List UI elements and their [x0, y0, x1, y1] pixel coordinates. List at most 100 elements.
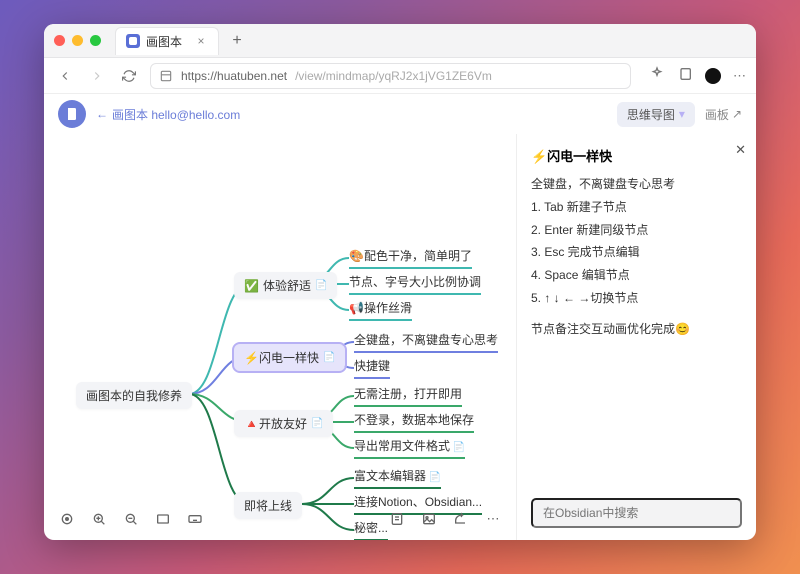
image-icon	[421, 511, 437, 527]
address-bar[interactable]: https://huatuben.net/view/mindmap/yqRJ2x…	[150, 63, 631, 89]
note-icon: 📄	[323, 352, 335, 363]
leaf-label: 📢操作丝滑	[349, 301, 412, 315]
mindmap-root-node[interactable]: 画图本的自我修养	[76, 382, 192, 409]
sparkle-icon	[649, 66, 665, 82]
panel-line: 5. ↑ ↓ ← →切换节点	[531, 287, 742, 310]
share-button[interactable]	[450, 508, 472, 530]
node-label: 画图本的自我修养	[86, 387, 182, 404]
canvas-toolbar-right: ⋯	[386, 508, 504, 530]
panel-line: 2. Enter 新建同级节点	[531, 219, 742, 242]
outline-button[interactable]	[386, 508, 408, 530]
maximize-window-button[interactable]	[90, 35, 101, 46]
mindmap-branch-node[interactable]: 即将上线	[234, 492, 302, 519]
zoom-out-button[interactable]	[120, 508, 142, 530]
new-tab-button[interactable]: +	[227, 31, 247, 51]
more-button[interactable]: ⋯	[482, 508, 504, 530]
mindmap-leaf-node[interactable]: 无需注册，打开即用	[354, 385, 462, 407]
app-body: ← 画图本 hello@hello.com 思维导图 ▾ 画板 ↗	[44, 94, 756, 540]
toolbar-right: ⋯	[649, 66, 746, 85]
book-icon	[64, 106, 80, 122]
image-button[interactable]	[418, 508, 440, 530]
mindmap-leaf-node[interactable]: 导出常用文件格式 📄	[354, 437, 465, 459]
mindmap-leaf-node[interactable]: 富文本编辑器 📄	[354, 467, 441, 489]
breadcrumb-back[interactable]: ← 画图本 hello@hello.com	[96, 106, 240, 123]
leaf-label: 全键盘，不离键盘专心思考	[354, 333, 498, 347]
keyboard-button[interactable]	[184, 508, 206, 530]
site-info-icon	[159, 69, 173, 83]
crosshair-icon	[59, 511, 75, 527]
panel-title: ⚡闪电一样快	[531, 146, 742, 165]
panel-subtitle: 全键盘，不离键盘专心思考	[531, 173, 742, 196]
traffic-lights	[54, 35, 101, 46]
more-icon: ⋯	[487, 511, 500, 527]
panel-line: 1. Tab 新建子节点	[531, 196, 742, 219]
mindmap-branch-node[interactable]: 🔺开放友好📄	[234, 410, 333, 437]
browser-window: 画图本 × + https://huatuben.net/view/mindma…	[44, 24, 756, 540]
note-icon: 📄	[311, 418, 323, 429]
mindmap-leaf-node[interactable]: 全键盘，不离键盘专心思考	[354, 331, 498, 353]
fit-button[interactable]	[152, 508, 174, 530]
mindmap-leaf-node[interactable]: 不登录，数据本地保存	[354, 411, 474, 433]
app-logo[interactable]	[58, 100, 86, 128]
mindmap-leaf-node[interactable]: 秘密...	[354, 519, 388, 540]
mindmap-canvas[interactable]: 画图本的自我修养 ✅ 体验舒适 📄 🎨配色干净，简单明了 节点、字号大小比例协调 📢…	[44, 134, 516, 540]
note-icon: 📄	[426, 472, 441, 483]
leaf-label: 无需注册，打开即用	[354, 387, 462, 401]
chevron-right-icon	[90, 69, 104, 83]
chevron-left-icon	[58, 69, 72, 83]
view-mode-mindmap[interactable]: 思维导图 ▾	[617, 102, 695, 127]
mindmap-leaf-node[interactable]: 📢操作丝滑	[349, 299, 412, 321]
obsidian-search-input[interactable]	[531, 498, 742, 528]
back-button[interactable]	[54, 65, 76, 87]
keyboard-icon	[186, 511, 204, 527]
doc-icon: ▾	[679, 107, 685, 121]
mindmap-branch-node[interactable]: ✅ 体验舒适 📄	[234, 272, 337, 299]
zoom-out-icon	[123, 511, 139, 527]
refresh-button[interactable]	[118, 65, 140, 87]
leaf-label: 导出常用文件格式	[354, 439, 450, 453]
favorite-button[interactable]	[649, 66, 665, 85]
share-icon	[453, 511, 469, 527]
note-icon: 📄	[450, 442, 465, 453]
canvas-label: 画板	[705, 106, 729, 123]
panel-note: 节点备注交互动画优化完成😊	[531, 320, 742, 337]
check-icon: ✅	[244, 279, 259, 293]
leaf-label: 🎨配色干净，简单明了	[349, 249, 472, 263]
leaf-label: 连接Notion、Obsidian...	[354, 495, 482, 509]
collections-button[interactable]	[677, 66, 693, 85]
leaf-label: 富文本编辑器	[354, 469, 426, 483]
locate-button[interactable]	[56, 508, 78, 530]
tab-close-button[interactable]: ×	[194, 34, 208, 48]
zoom-in-icon	[91, 511, 107, 527]
minimize-window-button[interactable]	[72, 35, 83, 46]
app-main: 画图本的自我修养 ✅ 体验舒适 📄 🎨配色干净，简单明了 节点、字号大小比例协调 📢…	[44, 134, 756, 540]
view-mode-canvas[interactable]: 画板 ↗	[705, 106, 742, 123]
node-label: 体验舒适	[263, 277, 311, 294]
leaf-label: 不登录，数据本地保存	[354, 413, 474, 427]
mindmap-leaf-node[interactable]: 快捷键	[354, 357, 390, 379]
close-window-button[interactable]	[54, 35, 65, 46]
leaf-label: 节点、字号大小比例协调	[349, 275, 481, 289]
mindmap-leaf-node[interactable]: 🎨配色干净，简单明了	[349, 247, 472, 269]
tab-title: 画图本	[146, 33, 182, 50]
zoom-in-button[interactable]	[88, 508, 110, 530]
profile-button[interactable]	[705, 68, 721, 84]
menu-button[interactable]: ⋯	[733, 68, 746, 84]
forward-button[interactable]	[86, 65, 108, 87]
node-label: ⚡闪电一样快	[244, 349, 319, 366]
app-header: ← 画图本 hello@hello.com 思维导图 ▾ 画板 ↗	[44, 94, 756, 134]
close-panel-button[interactable]: ✕	[735, 142, 746, 158]
browser-tab[interactable]: 画图本 ×	[115, 27, 219, 55]
leaf-label: 秘密...	[354, 521, 388, 535]
panel-line: 3. Esc 完成节点编辑	[531, 241, 742, 264]
mindmap-branch-node-selected[interactable]: ⚡闪电一样快 📄	[234, 344, 345, 371]
mindmap-leaf-node[interactable]: 节点、字号大小比例协调	[349, 273, 481, 295]
external-icon: ↗	[732, 107, 742, 121]
refresh-icon	[122, 69, 136, 83]
toolbar: https://huatuben.net/view/mindmap/yqRJ2x…	[44, 58, 756, 94]
note-icon: 📄	[315, 280, 327, 291]
side-panel: ✕ ⚡闪电一样快 全键盘，不离键盘专心思考 1. Tab 新建子节点 2. En…	[516, 134, 756, 540]
breadcrumb-label: 画图本 hello@hello.com	[112, 106, 240, 123]
panel-line: 4. Space 编辑节点	[531, 264, 742, 287]
leaf-label: 快捷键	[354, 359, 390, 373]
